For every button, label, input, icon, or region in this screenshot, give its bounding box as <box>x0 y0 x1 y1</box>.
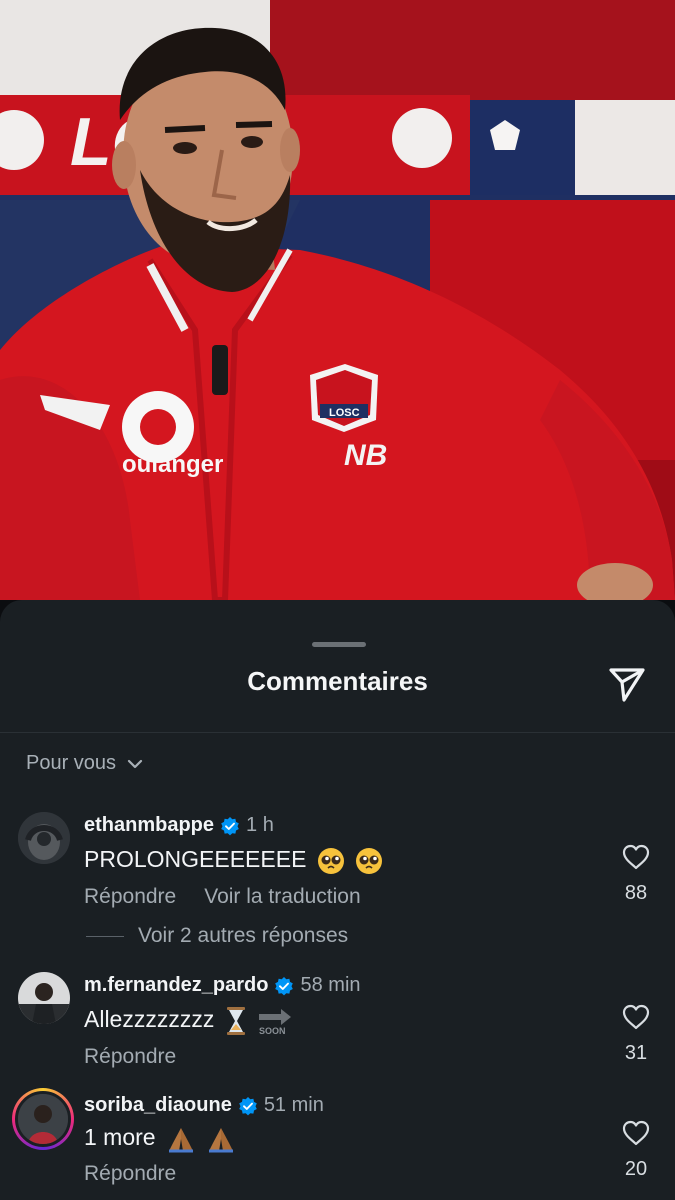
soon-arrow-emoji-icon: SOON <box>259 1009 292 1036</box>
heart-icon <box>622 1004 650 1030</box>
like-count: 31 <box>624 1042 648 1064</box>
verified-badge-icon <box>275 976 294 995</box>
comments-sheet: Commentaires Pour vous ethanmbappe 1 h P… <box>0 600 675 1200</box>
avatar[interactable] <box>18 972 70 1024</box>
comment-username[interactable]: ethanmbappe <box>84 814 214 837</box>
player-photo: LOSC oulanger LOSC NB <box>0 0 675 600</box>
comment-time: 58 min <box>300 974 361 996</box>
comment-username[interactable]: m.fernandez_pardo <box>84 974 268 997</box>
comment-text-body: Allezzzzzzzz <box>84 1006 215 1033</box>
reply-button[interactable]: Répondre <box>84 885 176 909</box>
comment-text: PROLONGEEEEEEE <box>84 846 383 875</box>
hourglass-emoji-icon <box>226 1007 245 1035</box>
sheet-title: Commentaires <box>247 666 428 696</box>
view-more-replies-button[interactable]: Voir 2 autres réponses <box>86 924 348 948</box>
see-translation-button[interactable]: Voir la traduction <box>204 885 360 909</box>
comment-text-body: 1 more <box>84 1124 156 1150</box>
chevron-down-icon <box>127 759 143 768</box>
avatar-with-story-ring[interactable] <box>12 1088 74 1150</box>
heart-icon <box>622 844 650 870</box>
heart-icon <box>622 1120 650 1146</box>
avatar-image <box>18 1094 68 1144</box>
view-more-replies-label: Voir 2 autres réponses <box>138 924 349 947</box>
folded-hands-emoji-icon <box>168 1127 193 1153</box>
verified-badge-icon <box>239 1096 257 1115</box>
sort-filter-dropdown[interactable]: Pour vous <box>26 752 144 775</box>
comment-text: 1 more <box>84 1124 236 1153</box>
like-button[interactable] <box>618 1004 654 1030</box>
like-button[interactable] <box>618 1120 654 1146</box>
folded-hands-emoji-icon <box>209 1127 234 1153</box>
sort-filter-label: Pour vous <box>26 752 117 774</box>
send-icon <box>609 668 645 702</box>
verified-badge-icon <box>221 816 239 835</box>
soon-label: SOON <box>259 1026 286 1036</box>
comment-text: Allezzzzzzzz SOON <box>84 1006 293 1036</box>
svg-text:NB: NB <box>344 439 387 472</box>
comment-username[interactable]: soriba_diaoune <box>84 1094 232 1117</box>
like-count: 20 <box>624 1158 648 1180</box>
sheet-grabber[interactable] <box>312 642 366 647</box>
reply-button[interactable]: Répondre <box>84 1162 176 1186</box>
sponsor-text: oulanger <box>122 451 223 478</box>
comment-text-body: PROLONGEEEEEEE <box>84 846 307 872</box>
like-button[interactable] <box>618 844 654 870</box>
header-divider <box>0 732 675 733</box>
like-count: 88 <box>624 882 648 904</box>
reply-button[interactable]: Répondre <box>84 1045 176 1069</box>
pleading-face-emoji-icon <box>317 847 344 874</box>
replies-line <box>86 935 124 937</box>
pleading-face-emoji-icon <box>356 847 383 874</box>
avatar[interactable] <box>18 812 70 864</box>
club-badge-text: LOSC <box>329 407 360 419</box>
comment-time: 51 min <box>263 1094 324 1116</box>
share-button[interactable] <box>606 662 648 704</box>
comment-time: 1 h <box>246 814 274 836</box>
video-frame[interactable]: LOSC oulanger LOSC NB <box>0 0 675 600</box>
